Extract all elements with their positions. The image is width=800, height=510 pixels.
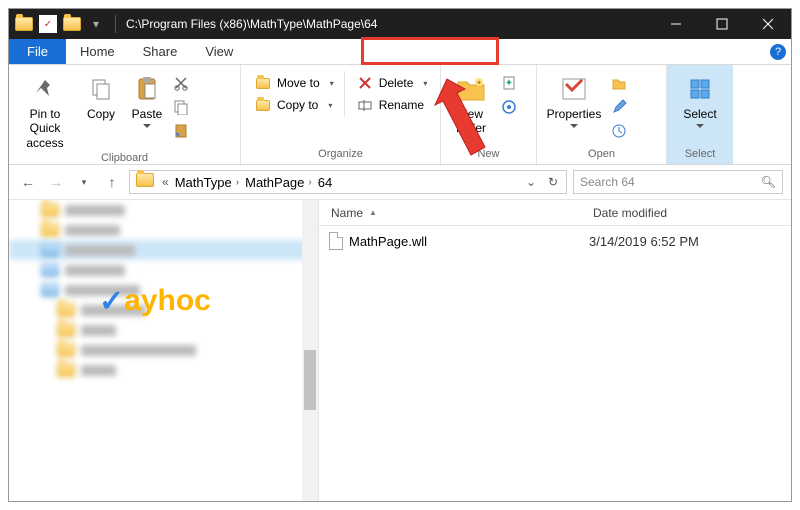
title-bar: ✓ ▾ C:\Program Files (x86)\MathType\Math… bbox=[9, 9, 791, 39]
new-item-icon[interactable]: ✦ bbox=[499, 73, 519, 93]
properties-button[interactable]: Properties bbox=[541, 71, 607, 128]
tab-view[interactable]: View bbox=[191, 39, 247, 64]
quick-access-toolbar: ✓ ▾ bbox=[9, 15, 111, 33]
file-row[interactable]: MathPage.wll 3/14/2019 6:52 PM bbox=[319, 226, 791, 250]
select-button[interactable]: Select bbox=[671, 71, 729, 128]
file-tab[interactable]: File bbox=[9, 39, 66, 64]
folder-icon bbox=[15, 15, 33, 33]
new-folder-button[interactable]: ✦ New folder bbox=[445, 71, 497, 136]
refresh-button[interactable]: ↻ bbox=[542, 171, 564, 193]
svg-text:✦: ✦ bbox=[505, 78, 513, 89]
nav-bar: ← → ▾ ↑ « MathType› MathPage› 64 ⌄ ↻ Sea… bbox=[9, 165, 791, 199]
file-date: 3/14/2019 6:52 PM bbox=[589, 234, 699, 249]
svg-text:✦: ✦ bbox=[476, 79, 482, 87]
group-label-new: New bbox=[441, 146, 536, 164]
open-icon[interactable] bbox=[609, 73, 629, 93]
folder-icon bbox=[136, 173, 154, 191]
navigation-tree[interactable] bbox=[9, 200, 319, 501]
group-label-open: Open bbox=[537, 146, 666, 164]
new-folder-qat-icon[interactable] bbox=[63, 15, 81, 33]
minimize-button[interactable] bbox=[653, 9, 699, 39]
back-button[interactable]: ← bbox=[17, 171, 39, 193]
properties-icon bbox=[558, 73, 590, 105]
breadcrumb-segment[interactable]: MathPage› bbox=[243, 175, 316, 190]
history-icon[interactable] bbox=[609, 121, 629, 141]
select-icon bbox=[684, 73, 716, 105]
rename-icon bbox=[357, 97, 373, 113]
search-icon: 🔍︎ bbox=[761, 175, 776, 189]
search-input[interactable]: Search 64 🔍︎ bbox=[573, 170, 783, 194]
forward-button[interactable]: → bbox=[45, 171, 67, 193]
move-to-icon bbox=[255, 75, 271, 91]
breadcrumb-segment[interactable]: 64 bbox=[316, 175, 334, 190]
copy-to-icon bbox=[255, 97, 271, 113]
group-label-select: Select bbox=[667, 146, 733, 164]
group-label-clipboard: Clipboard bbox=[9, 150, 240, 168]
delete-icon bbox=[357, 75, 373, 91]
pin-icon bbox=[29, 73, 61, 105]
move-to-button[interactable]: Move to▾ bbox=[251, 73, 338, 93]
qat-dropdown-icon[interactable]: ▾ bbox=[87, 15, 105, 33]
help-button[interactable]: ? bbox=[765, 39, 791, 64]
breadcrumb-overflow[interactable]: « bbox=[158, 175, 173, 189]
rename-button[interactable]: Rename bbox=[353, 95, 432, 115]
copy-button[interactable]: Copy bbox=[79, 71, 123, 121]
ribbon-tabs: File Home Share View ? bbox=[9, 39, 791, 65]
tab-share[interactable]: Share bbox=[129, 39, 192, 64]
up-button[interactable]: ↑ bbox=[101, 171, 123, 193]
copy-to-button[interactable]: Copy to▾ bbox=[251, 95, 338, 115]
search-placeholder: Search 64 bbox=[580, 175, 635, 189]
sort-asc-icon: ▲ bbox=[369, 208, 377, 217]
column-header-date[interactable]: Date modified bbox=[589, 206, 667, 220]
file-name: MathPage.wll bbox=[349, 234, 427, 249]
cut-icon[interactable] bbox=[171, 73, 191, 93]
close-button[interactable] bbox=[745, 9, 791, 39]
delete-button[interactable]: Delete▾ bbox=[353, 73, 432, 93]
edit-icon[interactable] bbox=[609, 97, 629, 117]
paste-icon bbox=[131, 73, 163, 105]
tab-home[interactable]: Home bbox=[66, 39, 129, 64]
column-header-name[interactable]: Name▲ bbox=[319, 206, 589, 220]
recent-locations-button[interactable]: ▾ bbox=[73, 171, 95, 193]
tree-scrollbar[interactable] bbox=[302, 200, 318, 501]
maximize-button[interactable] bbox=[699, 9, 745, 39]
new-folder-icon: ✦ bbox=[455, 73, 487, 105]
pin-to-quick-access-button[interactable]: Pin to Quick access bbox=[13, 71, 77, 150]
breadcrumb-segment[interactable]: MathType› bbox=[173, 175, 243, 190]
copy-icon bbox=[85, 73, 117, 105]
window-title: C:\Program Files (x86)\MathType\MathPage… bbox=[120, 17, 653, 31]
paste-shortcut-icon[interactable] bbox=[171, 121, 191, 141]
easy-access-icon[interactable] bbox=[499, 97, 519, 117]
group-label-organize: Organize bbox=[241, 146, 440, 164]
address-dropdown-button[interactable]: ⌄ bbox=[520, 171, 542, 193]
properties-qat-icon[interactable]: ✓ bbox=[39, 15, 57, 33]
address-bar[interactable]: « MathType› MathPage› 64 ⌄ ↻ bbox=[129, 170, 567, 194]
file-list: Name▲ Date modified MathPage.wll 3/14/20… bbox=[319, 200, 791, 501]
paste-button[interactable]: Paste bbox=[125, 71, 169, 128]
file-icon bbox=[329, 232, 343, 250]
ribbon: Pin to Quick access Copy Paste Clipboard bbox=[9, 65, 791, 165]
copy-path-icon[interactable] bbox=[171, 97, 191, 117]
